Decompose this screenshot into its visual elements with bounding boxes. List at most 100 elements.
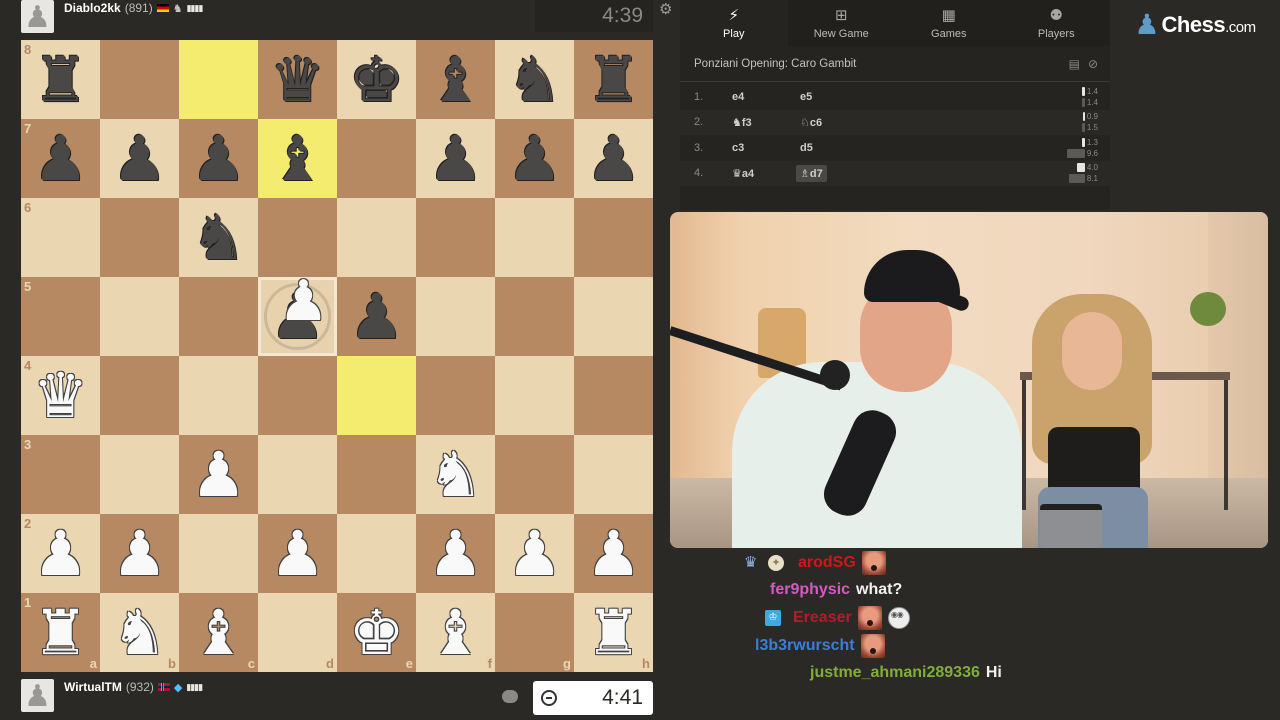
- tab-games[interactable]: ▦ Games: [895, 0, 1003, 46]
- chat-username[interactable]: Ereaser: [793, 609, 852, 627]
- square-d4[interactable]: [258, 356, 337, 435]
- square-b1[interactable]: b ♞: [100, 593, 179, 672]
- black-move[interactable]: ♗d7: [796, 164, 827, 182]
- square-h4[interactable]: [574, 356, 653, 435]
- white-move[interactable]: ♞f3: [732, 116, 800, 129]
- square-d8[interactable]: ♛: [258, 40, 337, 119]
- square-f2[interactable]: ♟: [416, 514, 495, 593]
- square-a5[interactable]: 5: [21, 277, 100, 356]
- black-bishop[interactable]: ♝: [416, 40, 495, 119]
- square-b8[interactable]: [100, 40, 179, 119]
- square-g4[interactable]: [495, 356, 574, 435]
- square-c5[interactable]: [179, 277, 258, 356]
- square-e4[interactable]: [337, 356, 416, 435]
- square-b2[interactable]: ♟: [100, 514, 179, 593]
- square-g7[interactable]: ♟: [495, 119, 574, 198]
- chat-username[interactable]: arodSG: [798, 554, 856, 572]
- book-icon[interactable]: ▤: [1069, 57, 1080, 71]
- white-knight[interactable]: ♞: [100, 593, 179, 672]
- square-e7[interactable]: [337, 119, 416, 198]
- square-c6[interactable]: ♞: [179, 198, 258, 277]
- square-b7[interactable]: ♟: [100, 119, 179, 198]
- black-pawn[interactable]: ♟: [100, 119, 179, 198]
- white-king[interactable]: ♚: [337, 593, 416, 672]
- black-king[interactable]: ♚: [337, 40, 416, 119]
- square-f3[interactable]: ♞: [416, 435, 495, 514]
- opening-name[interactable]: Ponziani Opening: Caro Gambit: [694, 58, 856, 70]
- top-player-name[interactable]: Diablo2kk: [64, 1, 121, 15]
- square-c4[interactable]: [179, 356, 258, 435]
- white-pawn[interactable]: ♟: [258, 514, 337, 593]
- square-d3[interactable]: [258, 435, 337, 514]
- compass-icon[interactable]: ⊘: [1088, 57, 1098, 71]
- square-h2[interactable]: ♟: [574, 514, 653, 593]
- black-pawn[interactable]: ♟: [495, 119, 574, 198]
- white-pawn[interactable]: ♟: [495, 514, 574, 593]
- white-knight[interactable]: ♞: [416, 435, 495, 514]
- square-g1[interactable]: g: [495, 593, 574, 672]
- square-c1[interactable]: c ♝: [179, 593, 258, 672]
- square-a6[interactable]: 6: [21, 198, 100, 277]
- gear-icon[interactable]: ⚙: [659, 0, 672, 18]
- white-pawn[interactable]: ♟: [21, 514, 100, 593]
- square-g3[interactable]: [495, 435, 574, 514]
- black-pawn[interactable]: ♟: [574, 119, 653, 198]
- chat-bubble-icon[interactable]: [502, 690, 518, 703]
- square-a2[interactable]: 2 ♟: [21, 514, 100, 593]
- top-player-avatar[interactable]: ♟: [21, 0, 54, 33]
- square-e6[interactable]: [337, 198, 416, 277]
- square-f8[interactable]: ♝: [416, 40, 495, 119]
- white-bishop[interactable]: ♝: [416, 593, 495, 672]
- square-f7[interactable]: ♟: [416, 119, 495, 198]
- square-d7[interactable]: ♝: [258, 119, 337, 198]
- white-pawn[interactable]: ♟: [100, 514, 179, 593]
- square-c7[interactable]: ♟: [179, 119, 258, 198]
- square-a7[interactable]: 7 ♟: [21, 119, 100, 198]
- white-move[interactable]: c3: [732, 142, 800, 154]
- tab-new-game[interactable]: ⊞ New Game: [787, 0, 895, 46]
- square-a3[interactable]: 3: [21, 435, 100, 514]
- tab-players[interactable]: ⚉ Players: [1002, 0, 1110, 46]
- white-pawn[interactable]: ♟: [416, 514, 495, 593]
- square-h3[interactable]: [574, 435, 653, 514]
- square-h8[interactable]: ♜: [574, 40, 653, 119]
- black-pawn[interactable]: ♟: [179, 119, 258, 198]
- square-h7[interactable]: ♟: [574, 119, 653, 198]
- white-pawn[interactable]: ♟: [179, 435, 258, 514]
- square-f1[interactable]: f ♝: [416, 593, 495, 672]
- chess-board[interactable]: 8 ♜ ♛ ♚ ♝ ♞ ♜ 7 ♟ ♟ ♟ ♝ ♟ ♟ ♟ 6 ♞ 5 ♟ ♟ 4 ♛ 3 ♟ ♞ 2 ♟ ♟ ♟ ♟ ♟ ♟ 1 a ♜ b ♞ c ♝ d…: [21, 40, 653, 672]
- chat-username[interactable]: l3b3rwurscht: [755, 637, 855, 655]
- black-pawn[interactable]: ♟: [416, 119, 495, 198]
- square-e1[interactable]: e ♚: [337, 593, 416, 672]
- black-move[interactable]: d5: [800, 142, 1050, 154]
- square-f4[interactable]: [416, 356, 495, 435]
- square-d1[interactable]: d: [258, 593, 337, 672]
- black-move[interactable]: ♘c6: [800, 116, 1050, 129]
- square-b4[interactable]: [100, 356, 179, 435]
- square-e8[interactable]: ♚: [337, 40, 416, 119]
- bottom-player-avatar[interactable]: ♟: [21, 679, 54, 712]
- square-b5[interactable]: [100, 277, 179, 356]
- square-g5[interactable]: [495, 277, 574, 356]
- square-e5[interactable]: ♟: [337, 277, 416, 356]
- square-f6[interactable]: [416, 198, 495, 277]
- square-g2[interactable]: ♟: [495, 514, 574, 593]
- square-e2[interactable]: [337, 514, 416, 593]
- tab-play[interactable]: ⚡ Play: [680, 0, 788, 46]
- square-d2[interactable]: ♟: [258, 514, 337, 593]
- chat-username[interactable]: justme_ahmani289336: [810, 664, 980, 682]
- black-pawn[interactable]: ♟: [21, 119, 100, 198]
- black-bishop[interactable]: ♝: [258, 119, 337, 198]
- black-rook[interactable]: ♜: [574, 40, 653, 119]
- white-queen[interactable]: ♛: [21, 356, 100, 435]
- white-move[interactable]: e4: [732, 91, 800, 103]
- square-h5[interactable]: [574, 277, 653, 356]
- square-f5[interactable]: [416, 277, 495, 356]
- square-c3[interactable]: ♟: [179, 435, 258, 514]
- dragged-white-pawn[interactable]: ♟: [264, 262, 343, 341]
- square-b3[interactable]: [100, 435, 179, 514]
- black-queen[interactable]: ♛: [258, 40, 337, 119]
- black-pawn[interactable]: ♟: [337, 277, 416, 356]
- bottom-player-name[interactable]: WirtualTM: [64, 680, 122, 694]
- square-b6[interactable]: [100, 198, 179, 277]
